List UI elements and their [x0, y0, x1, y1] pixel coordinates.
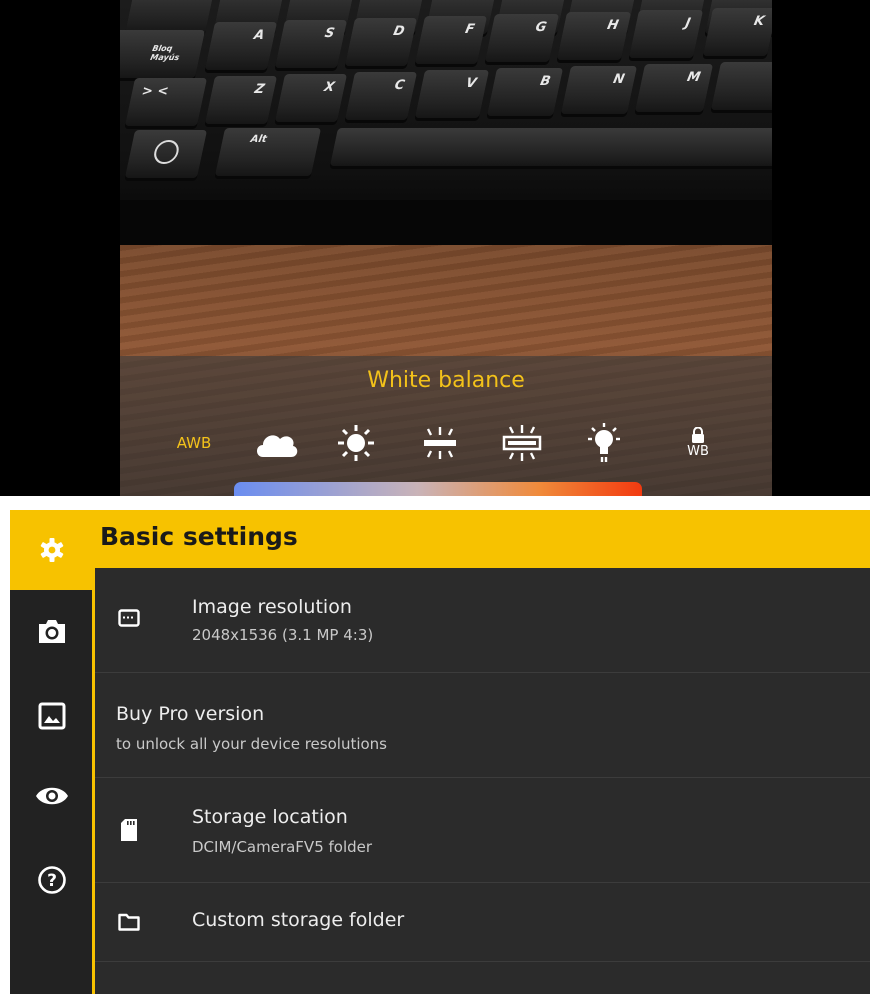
key — [710, 62, 772, 110]
fluorescent-icon — [424, 427, 456, 459]
key-f: F — [414, 16, 488, 64]
setting-storage-location[interactable]: Storage location DCIM/CameraFV5 folder — [95, 778, 870, 883]
key-g: G — [484, 14, 560, 62]
white-balance-title: White balance — [367, 368, 525, 393]
viewfinder[interactable]: Bloq Mayús A S D F G H J K > < Z X C V B… — [120, 0, 772, 496]
rail-tab-camera[interactable] — [32, 611, 72, 651]
setting-image-resolution[interactable]: Image resolution 2048x1536 (3.1 MP 4:3) — [95, 568, 870, 673]
key-b: B — [486, 68, 564, 116]
key — [124, 0, 216, 34]
key-n: N — [560, 66, 638, 114]
key-h: H — [556, 12, 632, 60]
rail-tab-gallery[interactable] — [32, 696, 72, 736]
setting-buy-pro[interactable]: Buy Pro version to unlock all your devic… — [95, 673, 870, 778]
key-j: J — [628, 10, 704, 58]
setting-title: Custom storage folder — [192, 909, 405, 931]
keyboard-photo: Bloq Mayús A S D F G H J K > < Z X C V B… — [120, 0, 772, 245]
key-caps: Bloq Mayús — [120, 30, 206, 78]
setting-subtitle: DCIM/CameraFV5 folder — [192, 838, 373, 856]
cloud-icon — [257, 435, 298, 457]
windows-logo-icon — [151, 140, 181, 164]
wb-option-awb[interactable]: AWB — [166, 418, 222, 468]
key-windows — [124, 130, 208, 178]
key-s: S — [274, 20, 348, 68]
wb-option-fluorescent[interactable] — [412, 418, 468, 468]
setting-title: Storage location — [192, 806, 348, 828]
bulb-icon — [588, 423, 620, 462]
wb-option-cloudy[interactable] — [248, 418, 304, 468]
key-alt: Alt — [214, 128, 322, 176]
white-balance-options: AWB WB — [160, 418, 750, 468]
resolution-icon — [115, 604, 143, 632]
setting-title: Image resolution — [192, 596, 352, 618]
screenshot-separator — [0, 496, 870, 510]
sd-card-icon — [115, 816, 143, 844]
key-v: V — [414, 70, 490, 118]
white-balance-slider[interactable] — [234, 482, 642, 496]
rail-tab-help[interactable]: ? — [32, 860, 72, 900]
image-icon — [38, 702, 66, 730]
settings-header: Basic settings — [94, 510, 870, 568]
page-title: Basic settings — [100, 522, 298, 551]
folder-icon — [115, 908, 143, 936]
wb-lock-label: WB — [687, 444, 709, 459]
settings-screen: ? Basic settings Image resolution 2048x1… — [10, 510, 870, 994]
setting-next-item[interactable] — [95, 962, 870, 1002]
key-angle: > < — [124, 78, 208, 126]
wb-option-daylight[interactable] — [328, 418, 384, 468]
key-m: M — [634, 64, 714, 112]
wb-lock-button[interactable]: WB — [670, 418, 726, 468]
sun-icon — [338, 425, 374, 461]
keyboard-frame — [120, 200, 772, 245]
key-x: X — [274, 74, 348, 122]
key-c: C — [344, 72, 418, 120]
key-d: D — [344, 18, 418, 66]
gear-icon — [40, 538, 64, 562]
wb-option-incandescent[interactable] — [576, 418, 632, 468]
wb-option-warm-fluorescent[interactable] — [494, 418, 550, 468]
camera-viewfinder-screen: Bloq Mayús A S D F G H J K > < Z X C V B… — [0, 0, 870, 496]
key-z: Z — [204, 76, 278, 124]
setting-title: Buy Pro version — [116, 703, 265, 725]
rail-tab-preview[interactable] — [32, 776, 72, 816]
key-k: K — [702, 8, 772, 56]
settings-list: Image resolution 2048x1536 (3.1 MP 4:3) … — [95, 568, 870, 994]
key-space — [329, 128, 772, 166]
svg-text:?: ? — [47, 871, 57, 891]
warm-fluorescent-icon — [502, 425, 542, 461]
eye-icon — [36, 787, 68, 805]
help-icon: ? — [38, 866, 66, 894]
setting-subtitle: 2048x1536 (3.1 MP 4:3) — [192, 626, 374, 644]
camera-icon — [39, 620, 65, 643]
lock-icon — [692, 427, 704, 443]
setting-subtitle: to unlock all your device resolutions — [116, 735, 387, 753]
setting-custom-storage-folder[interactable]: Custom storage folder — [95, 883, 870, 962]
key-a: A — [204, 22, 278, 70]
rail-tab-basic[interactable] — [32, 530, 72, 570]
